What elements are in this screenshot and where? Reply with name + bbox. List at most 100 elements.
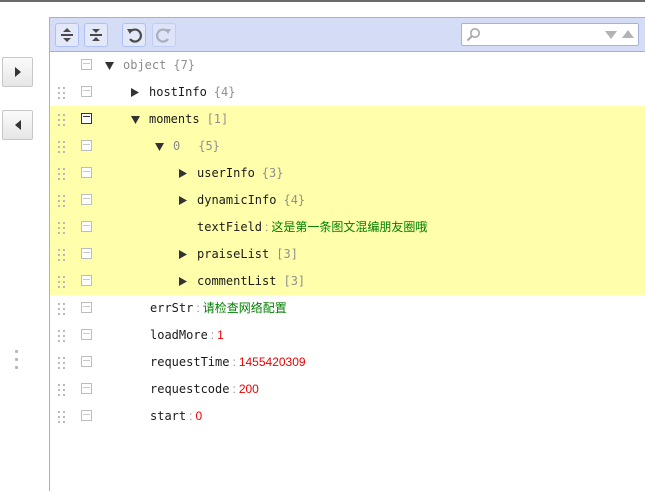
drag-handle-icon[interactable] [58,114,66,126]
context-menu-button[interactable] [81,383,92,394]
context-menu-button[interactable] [81,410,92,421]
expand-all-button[interactable] [55,23,79,47]
key-value-separator: : [232,382,236,396]
arrow-left-icon [14,120,21,130]
field-key[interactable]: commentList [197,268,276,295]
collapse-icon[interactable] [130,115,140,125]
tree-row-loadmore[interactable]: loadMore : 1 [50,322,645,349]
search-next-icon[interactable] [605,31,617,39]
search-input[interactable] [484,26,604,43]
drag-handle-icon[interactable] [58,276,66,288]
tree-row-errstr[interactable]: errStr : 请检查网络配置 [50,295,645,322]
key-value-separator: : [189,409,193,423]
expand-icon[interactable] [178,250,188,260]
search-previous-icon[interactable] [622,30,634,38]
expand-all-icon [61,28,73,42]
key-value-separator: : [210,328,215,342]
field-key[interactable]: object [123,52,166,79]
search-icon [466,28,480,42]
tree-row-moments[interactable]: moments [1] [50,106,645,133]
collapse-icon[interactable] [154,142,164,152]
tree-row-requestcode[interactable]: requestcode : 200 [50,376,645,403]
context-menu-button[interactable] [81,167,92,178]
field-key[interactable]: userInfo [197,160,255,187]
string-value[interactable]: 这是第一条图文混编朋友圈哦 [271,214,427,241]
tree-row-commentlist[interactable]: commentList [3] [50,268,645,295]
field-key[interactable]: moments [149,106,200,133]
context-menu-button[interactable] [81,194,92,205]
collapse-icon[interactable] [104,61,114,71]
tree-row-root[interactable]: object {7} [50,52,645,79]
copy-right-button[interactable] [2,57,33,87]
item-count: {4} [213,85,236,99]
tree-row-textfield[interactable]: textField : 这是第一条图文混编朋友圈哦 [50,214,645,241]
field-key[interactable]: requestTime [150,349,229,376]
item-count: [3] [276,247,298,261]
drag-handle-icon[interactable] [58,168,66,180]
window-top-border [0,0,645,2]
context-menu-button[interactable] [81,59,92,70]
string-value[interactable]: 请检查网络配置 [203,295,287,322]
splitter-handle[interactable] [15,350,19,374]
collapse-all-button[interactable] [84,23,108,47]
drag-handle-icon[interactable] [58,384,66,396]
context-menu-button[interactable] [81,113,92,124]
expand-icon[interactable] [178,196,188,206]
array-index: 0 [173,139,181,153]
context-menu-button[interactable] [81,86,92,97]
number-value[interactable]: 1 [217,322,224,349]
context-menu-button[interactable] [81,221,92,232]
field-key[interactable]: hostInfo [149,79,207,106]
tree-row-requesttime[interactable]: requestTime : 1455420309 [50,349,645,376]
drag-handle-icon[interactable] [58,87,66,99]
redo-button[interactable] [152,23,176,47]
drag-handle-icon[interactable] [58,222,66,234]
item-count: {4} [283,193,306,207]
drag-handle-icon[interactable] [58,411,66,423]
item-count: [1] [206,112,229,126]
field-key[interactable]: praiseList [197,241,269,268]
context-menu-button[interactable] [81,248,92,259]
tree-row-start[interactable]: start : 0 [50,403,645,430]
item-count: {5} [198,139,220,153]
expand-icon[interactable] [178,169,188,179]
context-menu-button[interactable] [81,275,92,286]
field-key[interactable]: requestcode [150,376,229,403]
expand-icon[interactable] [130,88,140,98]
arrow-right-icon [14,67,21,77]
item-count: {7} [173,58,196,72]
drag-handle-icon[interactable] [58,141,66,153]
drag-handle-icon[interactable] [58,330,66,342]
field-key[interactable]: textField [197,214,262,241]
context-menu-button[interactable] [81,302,92,313]
field-key[interactable]: start [150,403,186,430]
tree-row-hostinfo[interactable]: hostInfo {4} [50,79,645,106]
context-menu-button[interactable] [81,356,92,367]
field-key[interactable]: dynamicInfo [197,187,276,214]
drag-handle-icon[interactable] [58,195,66,207]
undo-button[interactable] [122,23,146,47]
tree-row-dynamicinfo[interactable]: dynamicInfo {4} [50,187,645,214]
drag-handle-icon[interactable] [58,249,66,261]
tree-row-item-0[interactable]: 0 {5} [50,133,645,160]
drag-handle-icon[interactable] [58,303,66,315]
number-value[interactable]: 0 [195,403,202,430]
context-menu-button[interactable] [81,329,92,340]
tree-row-praiselist[interactable]: praiseList [3] [50,241,645,268]
drag-handle-icon[interactable] [58,357,66,369]
search-box [461,23,639,46]
number-value[interactable]: 200 [239,376,259,403]
field-key[interactable]: errStr [150,295,193,322]
copy-left-button[interactable] [2,110,33,140]
json-editor-panel: object {7} hostInfo {4} moments [1] 0 {5… [49,17,645,491]
collapse-all-icon [90,29,102,41]
field-key[interactable]: loadMore [150,322,208,349]
editor-toolbar [50,18,645,52]
tree-row-userinfo[interactable]: userInfo {3} [50,160,645,187]
key-value-separator: : [196,301,200,315]
expand-icon[interactable] [178,277,188,287]
json-tree: object {7} hostInfo {4} moments [1] 0 {5… [50,52,645,430]
redo-icon [156,28,171,43]
number-value[interactable]: 1455420309 [239,349,306,376]
context-menu-button[interactable] [81,140,92,151]
